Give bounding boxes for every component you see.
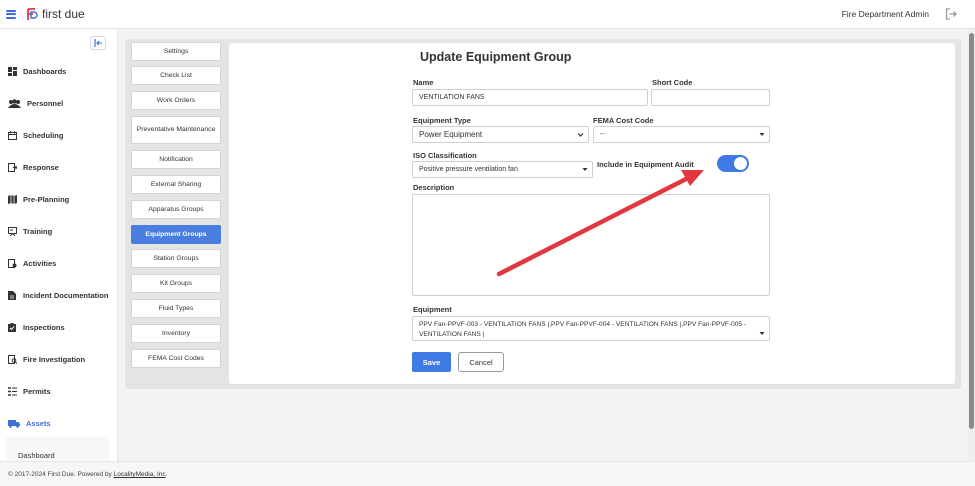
sidebar-item-assets[interactable]: Assets [7,419,51,428]
sidebar-item-label: Personnel [27,99,64,108]
training-icon [7,227,17,236]
fema-cost-code-label: FEMA Cost Code [593,116,654,125]
copyright-suffix: . [165,471,168,478]
first-due-logo-icon [27,7,38,20]
subnav-preventative-maintenance[interactable]: Preventative Maintenance [131,116,221,144]
subnav-settings[interactable]: Settings [131,42,221,61]
subnav-station-groups[interactable]: Station Groups [131,249,221,268]
iso-classification-value: Positive pressure ventilation fan [419,166,518,173]
sidebar-item-label: Fire Investigation [23,355,86,364]
subnav-fluid-types[interactable]: Fluid Types [131,299,221,318]
document-icon [7,291,17,300]
sidebar-item-label: Pre-Planning [23,195,70,204]
sidebar-item-training[interactable]: Training [7,227,52,236]
sidebar-item-label: Permits [23,387,51,396]
equipment-selected-values: PPV Fan-PPVF-003 - VENTILATION FANS |,PP… [419,321,747,338]
hamburger-menu-icon[interactable] [6,9,16,19]
sidebar-item-label: Inspections [23,323,65,332]
map-icon [7,195,17,204]
subnav-check-list[interactable]: Check List [131,66,221,85]
sidebar-item-dashboards[interactable]: Dashboards [7,67,66,76]
page-scrollbar[interactable] [968,29,975,461]
name-field[interactable]: VENTILATION FANS [412,89,648,106]
sidebar-item-permits[interactable]: Permits [7,387,51,396]
collapse-left-icon [93,39,102,47]
sidebar-item-personnel[interactable]: Personnel [7,99,63,108]
response-icon [7,163,17,172]
people-icon [7,99,21,108]
sidebar-item-label: Incident Documentation [23,291,109,300]
top-bar: first due Fire Department Admin [0,0,975,29]
sidebar-item-fire-investigation[interactable]: Fire Investigation [7,355,85,364]
logout-icon[interactable] [945,8,957,20]
equipment-type-value: Power Equipment [419,130,483,139]
equipment-type-label: Equipment Type [413,116,471,125]
subnav-kit-groups[interactable]: Kit Groups [131,274,221,293]
sidebar-item-label: Activities [23,259,57,268]
logo-text: first due [42,7,85,21]
scrollbar-thumb[interactable] [969,33,974,429]
truck-icon [7,419,20,428]
equipment-label: Equipment [413,305,452,314]
short-code-label: Short Code [652,78,693,87]
subnav-work-orders[interactable]: Work Orders [131,91,221,110]
app-logo[interactable]: first due [27,7,85,21]
caret-down-icon [582,168,588,171]
subnav-equipment-groups[interactable]: Equipment Groups [131,225,221,244]
include-in-audit-label: Include in Equipment Audit [597,160,694,169]
sidebar-item-activities[interactable]: Activities [7,259,56,268]
dashboard-grid-icon [7,67,17,76]
sidebar-item-label: Response [23,163,59,172]
caret-down-icon [759,332,765,335]
sidebar-item-pre-planning[interactable]: Pre-Planning [7,195,69,204]
footer: © 2017-2024 First Due. Powered by Locali… [0,461,975,486]
include-in-audit-toggle[interactable] [717,155,749,172]
name-label: Name [413,78,434,87]
user-name[interactable]: Fire Department Admin [842,9,929,19]
activities-icon [7,259,17,268]
sidebar-item-label: Dashboards [23,67,67,76]
equipment-multiselect[interactable]: PPV Fan-PPVF-003 - VENTILATION FANS |,PP… [412,316,770,341]
subnav-apparatus-groups[interactable]: Apparatus Groups [131,200,221,219]
collapse-sidebar-button[interactable] [90,36,106,50]
sidebar-subitem-dashboard[interactable]: Dashboard [6,437,110,461]
locality-media-link[interactable]: LocalityMedia, Inc [114,471,166,478]
sidebar-item-scheduling[interactable]: Scheduling [7,131,63,140]
checklist-icon [7,323,17,332]
subnav-inventory[interactable]: Inventory [131,324,221,343]
fema-cost-code-value: -- [600,131,605,138]
permits-icon [7,387,17,396]
subnav-external-sharing[interactable]: External Sharing [131,175,221,194]
iso-classification-select[interactable]: Positive pressure ventilation fan [412,161,593,178]
chevron-down-icon [577,133,584,137]
toggle-knob [734,157,747,170]
subnav-fema-cost-codes[interactable]: FEMA Cost Codes [131,349,221,368]
equipment-type-select[interactable]: Power Equipment [412,126,589,143]
cancel-button[interactable]: Cancel [458,352,504,372]
investigation-icon [7,355,17,364]
sidebar-subitem-label: Dashboard [18,451,55,460]
subnav-notification[interactable]: Notification [131,150,221,169]
sidebar-item-label: Scheduling [23,131,64,140]
sidebar-item-label: Assets [26,419,51,428]
page-title: Update Equipment Group [420,50,572,64]
copyright-text: © 2017-2024 First Due. Powered by [8,471,114,478]
caret-down-icon [759,133,765,136]
description-textarea[interactable] [412,194,770,296]
sidebar-item-label: Training [23,227,53,236]
sidebar: Dashboards Personnel Scheduling Response… [0,29,118,461]
sidebar-item-response[interactable]: Response [7,163,59,172]
short-code-field[interactable] [651,89,770,106]
sidebar-item-incident-documentation[interactable]: Incident Documentation [7,291,108,300]
calendar-icon [7,131,17,140]
sidebar-item-inspections[interactable]: Inspections [7,323,65,332]
iso-classification-label: ISO Classification [413,151,477,160]
description-label: Description [413,183,455,192]
fema-cost-code-select[interactable]: -- [593,126,770,143]
save-button[interactable]: Save [412,352,451,372]
